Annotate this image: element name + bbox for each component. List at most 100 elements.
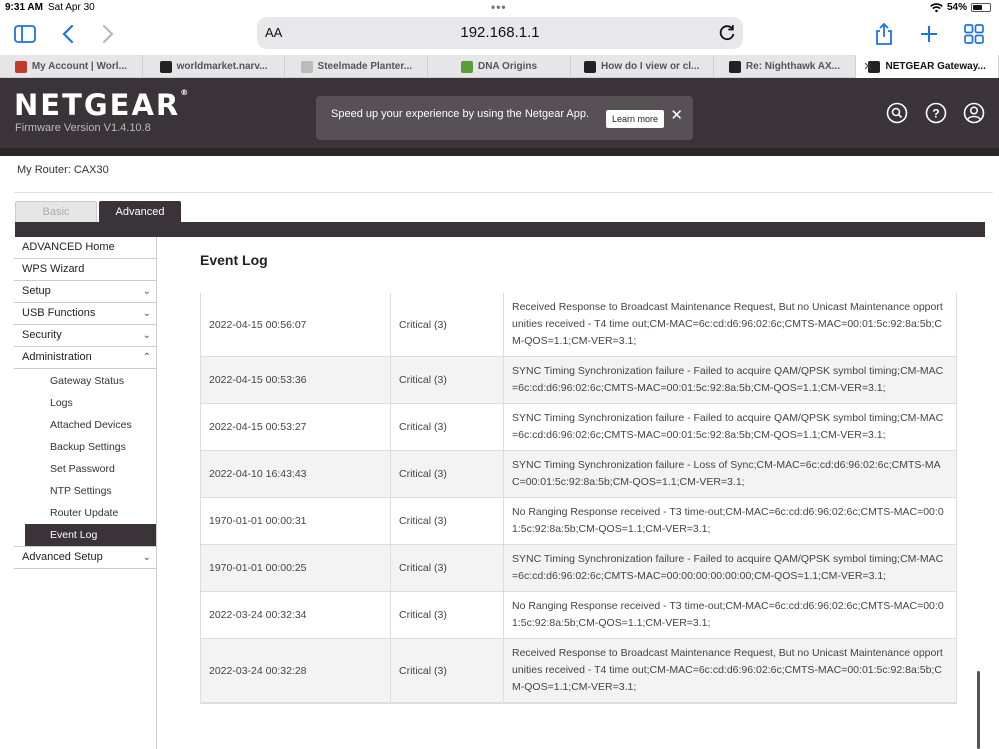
browser-tab[interactable]: DNA Origins	[428, 55, 571, 78]
browser-tab-label: worldmarket.narv...	[176, 61, 268, 72]
p-icon	[300, 60, 313, 73]
sidebar-subitem[interactable]: Event Log	[25, 524, 157, 546]
sidebar-item[interactable]: ADVANCED Home	[14, 237, 157, 259]
browser-tab[interactable]: worldmarket.narv...	[143, 55, 286, 78]
user-account-icon[interactable]	[963, 102, 985, 124]
browser-tab-strip: My Account | Worl... worldmarket.narv... S…	[0, 55, 999, 78]
browser-tab[interactable]: My Account | Worl...	[0, 55, 143, 78]
chevron-down-icon[interactable]: ⌄	[143, 547, 151, 568]
sidebar-item[interactable]: Advanced Setup ⌄	[14, 547, 157, 569]
header-strip	[0, 148, 999, 156]
close-tab-icon[interactable]: ✕	[863, 60, 872, 73]
browser-tab-label: DNA Origins	[477, 61, 538, 72]
svg-text:?: ?	[932, 107, 939, 121]
log-description: No Ranging Response received - T3 time-o…	[512, 600, 944, 629]
table-row: 2022-04-15 00:53:27 Critical (3) SYNC Timi…	[201, 404, 956, 451]
log-time: 1970-01-01 00:00:31	[201, 498, 391, 544]
address-bar[interactable]: AA 192.168.1.1	[257, 17, 743, 49]
chevron-down-icon[interactable]: ⌄	[143, 281, 151, 302]
narvar-icon	[159, 60, 172, 73]
wifi-icon	[930, 2, 943, 12]
close-icon[interactable]: ✕	[670, 106, 683, 124]
sidebar-item-label: WPS Wizard	[22, 263, 85, 275]
sidebar-item-label: Security	[22, 329, 62, 341]
log-time: 1970-01-01 00:00:25	[201, 545, 391, 591]
table-row: 2022-04-15 00:53:36 Critical (3) SYNC Timi…	[201, 357, 956, 404]
browser-tab-label: How do I view or cl...	[601, 61, 700, 72]
browser-tab-label: Re: Nighthawk AX...	[745, 61, 840, 72]
sidebar-subitem[interactable]: Logs	[25, 392, 157, 414]
sidebar-subitem[interactable]: Backup Settings	[25, 436, 157, 458]
chevron-down-icon[interactable]: ⌄	[143, 325, 151, 346]
help-icon[interactable]: ?	[925, 102, 947, 124]
log-time: 2022-04-10 16:43:43	[201, 451, 391, 497]
forward-icon[interactable]	[94, 20, 122, 48]
log-priority: Critical (3)	[391, 357, 504, 403]
learn-more-button[interactable]: Learn more	[606, 110, 665, 128]
tab-basic[interactable]: Basic	[15, 201, 97, 223]
log-priority: Critical (3)	[391, 404, 504, 450]
browser-tab[interactable]: How do I view or cl...	[571, 55, 714, 78]
log-description: SYNC Timing Synchronization failure - Lo…	[512, 459, 941, 488]
table-row: 2022-03-24 00:32:28 Critical (3) Received …	[201, 639, 956, 703]
log-priority: Critical (3)	[391, 592, 504, 638]
table-row: 1970-01-01 00:00:31 Critical (3) No Rangin…	[201, 498, 956, 545]
chevron-up-icon[interactable]: ⌃	[143, 347, 151, 368]
sidebar-divider	[156, 237, 157, 749]
administration-submenu: Gateway Status Logs Attached Devices Backup…	[14, 369, 157, 547]
page-scrollbar[interactable]	[977, 671, 980, 749]
status-bar: 9:31 AM Sat Apr 30 ••• 54%	[0, 0, 999, 14]
sidebar-subitem[interactable]: Gateway Status	[25, 370, 157, 392]
app-promo-banner: Speed up your experience by using the Ne…	[316, 96, 693, 140]
browser-tab-label: My Account | Worl...	[31, 61, 127, 72]
browser-tab-label: Steelmade Planter...	[317, 61, 413, 72]
multitask-dots-icon[interactable]: •••	[491, 0, 507, 14]
dna-icon	[460, 60, 473, 73]
sidebar-item[interactable]: Setup ⌄	[14, 281, 157, 303]
log-description: SYNC Timing Synchronization failure - Fa…	[512, 553, 944, 582]
reload-icon[interactable]	[717, 23, 737, 43]
sidebar-subitem[interactable]: Router Update	[25, 502, 157, 524]
browser-tab[interactable]: Re: Nighthawk AX...	[714, 55, 857, 78]
sidebar-item-label: Advanced Setup	[22, 551, 103, 563]
share-icon[interactable]	[870, 20, 898, 48]
sidebar-item-label: Setup	[22, 285, 51, 297]
browser-tab[interactable]: ✕ NETGEAR Gateway...	[856, 55, 999, 78]
table-row: 2022-03-24 00:32:34 Critical (3) No Rangin…	[201, 592, 956, 639]
netgear-logo: NETGEAR®	[14, 88, 191, 122]
battery-percent: 54%	[946, 2, 967, 13]
url-text[interactable]: 192.168.1.1	[257, 24, 743, 41]
sidebar-item[interactable]: USB Functions ⌄	[14, 303, 157, 325]
divider	[14, 192, 993, 193]
sidebar-toggle-icon[interactable]	[11, 20, 39, 48]
status-date: Sat Apr 30	[48, 2, 95, 13]
tab-overview-icon[interactable]	[960, 20, 988, 48]
chevron-down-icon[interactable]: ⌄	[143, 303, 151, 324]
n-icon	[584, 60, 597, 73]
log-description: SYNC Timing Synchronization failure - Fa…	[512, 365, 944, 394]
tab-advanced[interactable]: Advanced	[99, 201, 181, 223]
back-icon[interactable]	[54, 20, 82, 48]
promo-message: Speed up your experience by using the Ne…	[331, 108, 590, 120]
log-priority: Critical (3)	[391, 639, 504, 702]
browser-tab[interactable]: Steelmade Planter...	[285, 55, 429, 78]
log-priority: Critical (3)	[391, 451, 504, 497]
log-time: 2022-03-24 00:32:28	[201, 639, 391, 702]
status-right: 54%	[930, 2, 991, 13]
sidebar-subitem[interactable]: Set Password	[25, 458, 157, 480]
log-description: SYNC Timing Synchronization failure - Fa…	[512, 412, 944, 441]
router-info: My Router: CAX30	[17, 164, 109, 176]
sidebar-subitem[interactable]: Attached Devices	[25, 414, 157, 436]
log-description: No Ranging Response received - T3 time-o…	[512, 506, 944, 535]
sidebar-item[interactable]: Administration ⌃	[14, 347, 157, 369]
sidebar-subitem[interactable]: NTP Settings	[25, 480, 157, 502]
log-description: Received Response to Broadcast Maintenan…	[512, 647, 943, 693]
status-time: 9:31 AM	[5, 2, 43, 13]
router-model: CAX30	[73, 164, 109, 176]
new-tab-icon[interactable]	[915, 20, 943, 48]
sidebar-item[interactable]: WPS Wizard	[14, 259, 157, 281]
sidebar-item[interactable]: Security ⌄	[14, 325, 157, 347]
router-label: My Router:	[17, 164, 71, 176]
log-time: 2022-03-24 00:32:34	[201, 592, 391, 638]
search-icon[interactable]	[886, 102, 908, 124]
